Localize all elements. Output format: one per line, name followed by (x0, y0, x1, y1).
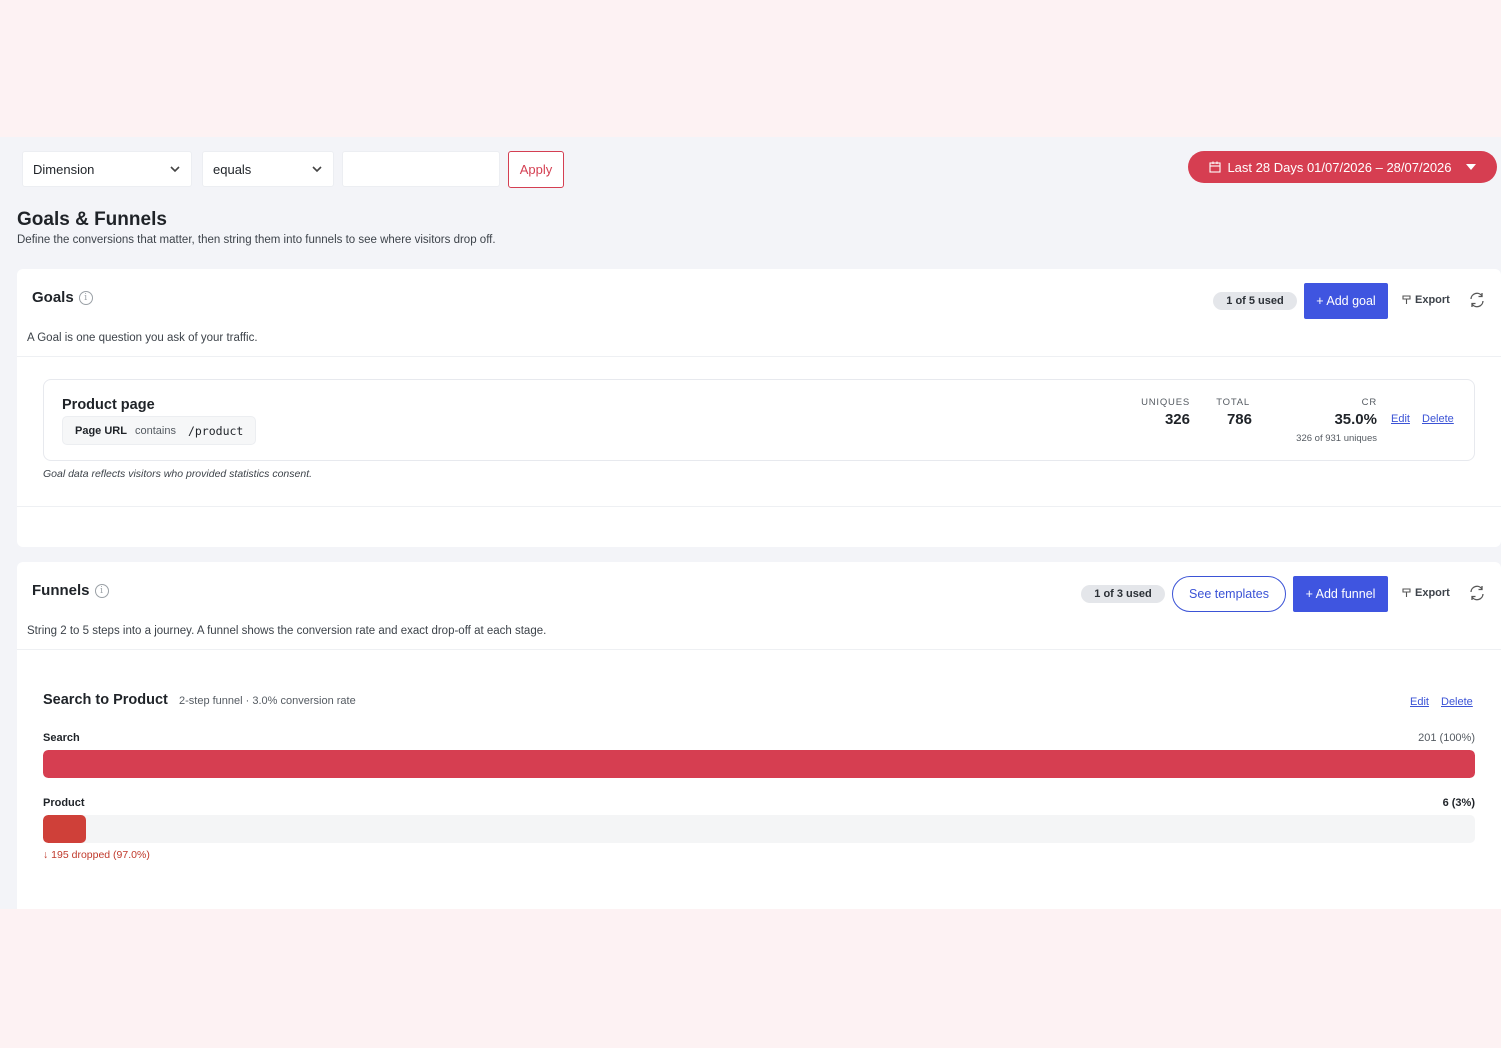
funnel-step-bar (43, 750, 1475, 778)
uniques-label: UNIQUES (1141, 397, 1190, 408)
funnel-dropped-label: ↓ 195 dropped (97.0%) (43, 849, 150, 861)
chevron-down-icon (170, 166, 180, 173)
export-icon (1402, 295, 1411, 304)
goal-condition-value: /product (187, 423, 244, 438)
cr-detail: 326 of 931 uniques (1296, 433, 1377, 444)
filter-value-input[interactable] (342, 151, 500, 187)
uniques-value: 326 (1164, 411, 1190, 428)
total-label: TOTAL (1216, 397, 1250, 408)
date-range-button[interactable]: Last 28 Days 01/07/2026 – 28/07/2026 (1188, 151, 1497, 183)
funnel-step-label: Product (43, 797, 85, 809)
page-title: Goals & Funnels (17, 209, 167, 230)
goals-heading: Goals i (32, 289, 93, 306)
divider (17, 506, 1501, 507)
funnels-usage-badge: 1 of 3 used (1081, 585, 1165, 603)
caret-down-icon (1465, 164, 1476, 170)
funnel-step-count: 201 (100%) (1418, 732, 1475, 744)
funnel-delete-link[interactable]: Delete (1441, 696, 1473, 708)
funnel-step-count: 6 (3%) (1442, 797, 1475, 809)
operator-select-value: equals (213, 161, 252, 177)
total-value: 786 (1226, 411, 1252, 428)
refresh-icon[interactable] (1468, 584, 1486, 602)
funnel-step-bar-fill (43, 750, 1475, 778)
cr-label: CR (1361, 397, 1377, 408)
page-subtitle: Define the conversions that matter, then… (17, 234, 496, 246)
funnel-meta: 2-step funnel · 3.0% conversion rate (179, 695, 356, 707)
goal-condition-operator: contains (134, 424, 176, 437)
export-icon (1402, 588, 1411, 597)
dimension-select[interactable]: Dimension (22, 151, 192, 187)
goal-consent-note: Goal data reflects visitors who provided… (43, 468, 313, 480)
goals-card: Goals i 1 of 5 used + Add goal Export A … (17, 269, 1501, 547)
add-funnel-button[interactable]: + Add funnel (1293, 576, 1388, 612)
funnels-heading: Funnels i (32, 582, 109, 599)
goals-description: A Goal is one question you ask of your t… (27, 332, 258, 344)
funnel-step-bar-fill (43, 815, 86, 843)
goal-condition-key: Page URL (75, 424, 127, 437)
goal-row: Product page Page URL contains /product … (43, 379, 1475, 461)
goals-export-button[interactable]: Export (1402, 294, 1450, 306)
info-icon[interactable]: i (94, 583, 109, 598)
refresh-icon[interactable] (1468, 291, 1486, 309)
goals-title: Goals (32, 289, 74, 306)
funnels-description: String 2 to 5 steps into a journey. A fu… (27, 625, 547, 637)
info-icon[interactable]: i (78, 290, 93, 305)
funnel-edit-link[interactable]: Edit (1410, 696, 1429, 708)
operator-select[interactable]: equals (202, 151, 334, 187)
date-range-label: Last 28 Days 01/07/2026 – 28/07/2026 (1227, 159, 1452, 175)
cr-value: 35.0% (1334, 411, 1377, 428)
goal-delete-link[interactable]: Delete (1422, 413, 1454, 425)
dimension-select-value: Dimension (33, 161, 95, 177)
funnels-title: Funnels (32, 582, 90, 599)
see-templates-button[interactable]: See templates (1172, 576, 1286, 612)
goals-export-label: Export (1415, 294, 1450, 306)
funnels-export-label: Export (1415, 587, 1450, 599)
funnel-step-bar (43, 815, 1475, 843)
chevron-down-icon (312, 166, 322, 173)
goal-condition: Page URL contains /product (62, 416, 257, 445)
goals-usage-badge: 1 of 5 used (1213, 292, 1297, 310)
divider (17, 649, 1501, 650)
funnels-card: Funnels i 1 of 3 used See templates + Ad… (17, 562, 1501, 909)
divider (17, 356, 1501, 357)
funnels-export-button[interactable]: Export (1402, 587, 1450, 599)
goal-edit-link[interactable]: Edit (1391, 413, 1410, 425)
app-area: Dimension equals Apply Last 28 Days 01/0… (0, 137, 1501, 909)
goal-name: Product page (62, 397, 155, 413)
funnel-name: Search to Product (43, 692, 168, 708)
funnel-step-label: Search (43, 732, 80, 744)
apply-button[interactable]: Apply (508, 151, 564, 188)
add-goal-button[interactable]: + Add goal (1304, 283, 1388, 319)
calendar-icon (1209, 161, 1222, 173)
